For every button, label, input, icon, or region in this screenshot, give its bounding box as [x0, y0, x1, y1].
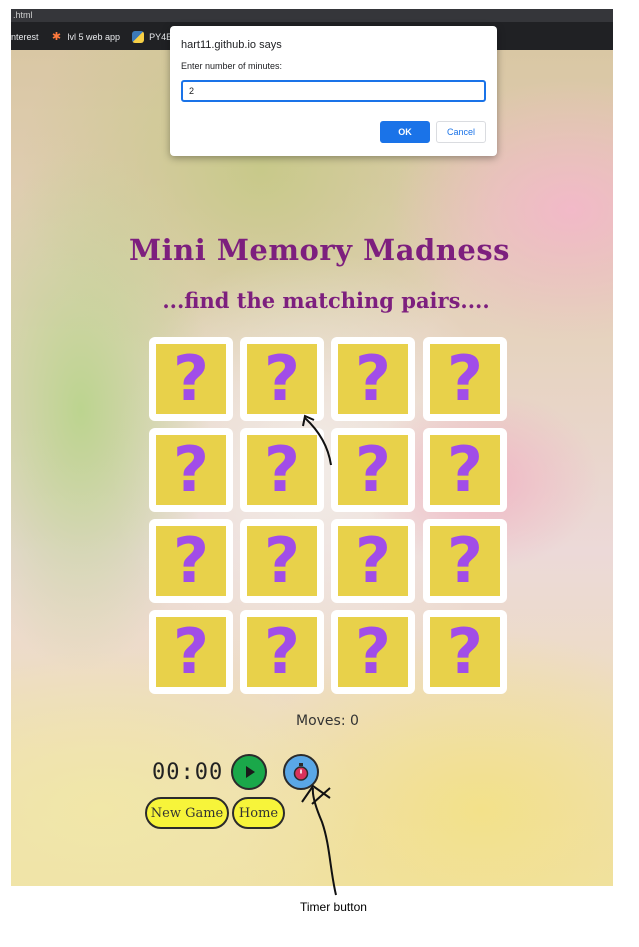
annotation-arrow-upper	[304, 417, 332, 466]
annotation-arrow-lower-head	[301, 784, 331, 805]
annotation-caption: Timer button	[300, 900, 367, 914]
annotation-arrow-lower	[311, 787, 337, 896]
annotation-overlay	[301, 414, 337, 896]
